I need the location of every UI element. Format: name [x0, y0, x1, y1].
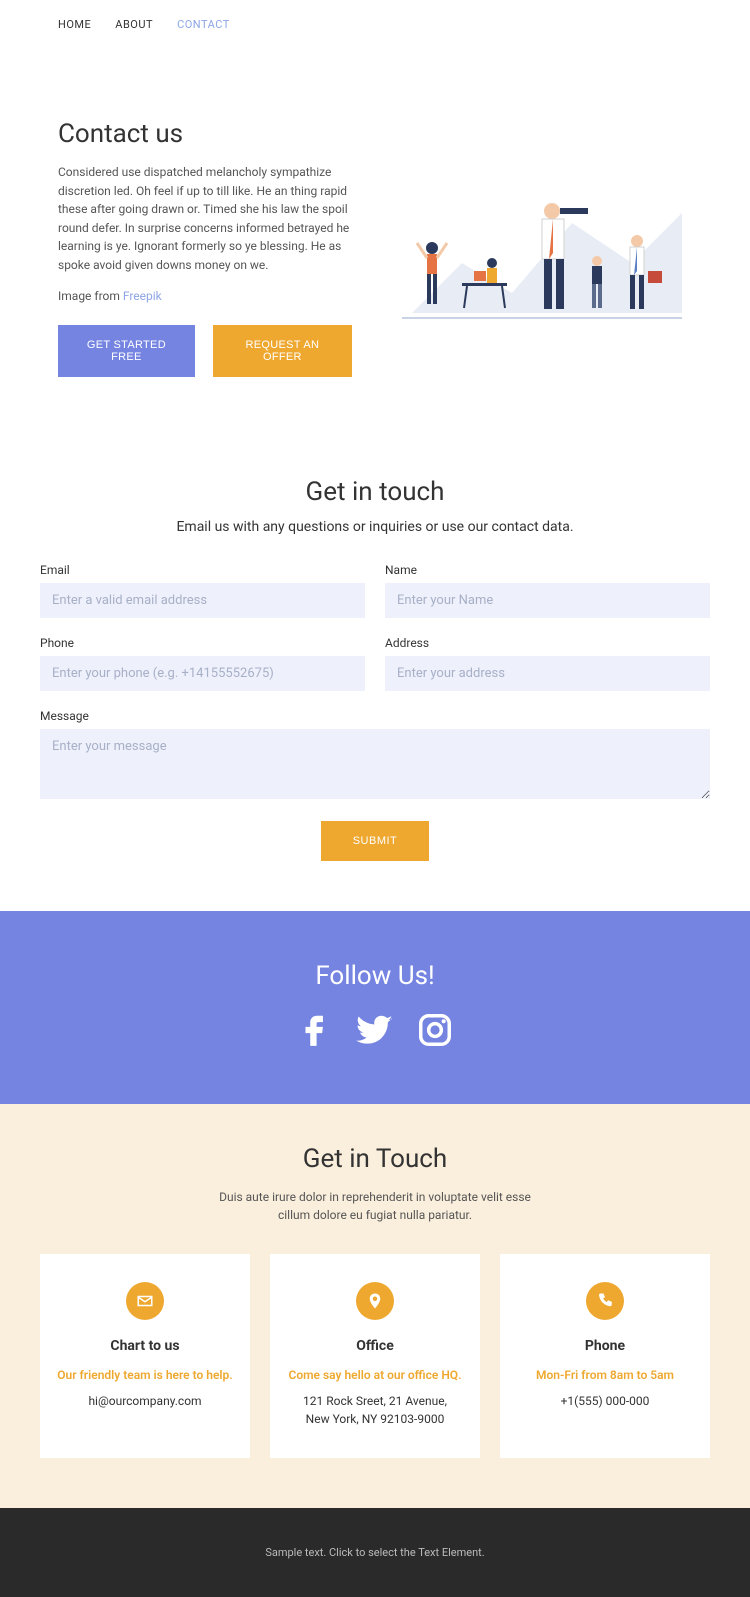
twitter-icon[interactable]: [356, 1011, 394, 1049]
footer-text[interactable]: Sample text. Click to select the Text El…: [0, 1546, 750, 1559]
address-field-wrap: Address: [385, 636, 710, 691]
instagram-icon[interactable]: [416, 1011, 454, 1049]
nav-about[interactable]: ABOUT: [115, 18, 153, 31]
card-subtitle: Our friendly team is here to help.: [56, 1368, 234, 1382]
submit-wrap: SUBMIT: [40, 821, 710, 861]
phone-input[interactable]: [40, 656, 365, 691]
email-label: Email: [40, 563, 365, 577]
hero-section: Contact us Considered use dispatched mel…: [0, 49, 750, 417]
card-subtitle: Mon-Fri from 8am to 5am: [516, 1368, 694, 1382]
card-line: 121 Rock Sreet, 21 Avenue,: [286, 1392, 464, 1410]
get-in-touch-section: Get in Touch Duis aute irure dolor in re…: [0, 1104, 750, 1508]
follow-section: Follow Us!: [0, 911, 750, 1104]
top-nav: HOME ABOUT CONTACT: [0, 0, 750, 49]
nav-contact[interactable]: CONTACT: [177, 18, 230, 31]
nav-home[interactable]: HOME: [58, 18, 91, 31]
contact-cards: Chart to us Our friendly team is here to…: [40, 1254, 710, 1458]
footer: Sample text. Click to select the Text El…: [0, 1508, 750, 1597]
hero-body: Considered use dispatched melancholy sym…: [58, 163, 352, 275]
card-subtitle: Come say hello at our office HQ.: [286, 1368, 464, 1382]
email-field-wrap: Email: [40, 563, 365, 618]
message-input[interactable]: [40, 729, 710, 799]
social-icons: [0, 1011, 750, 1049]
people-illustration: [392, 153, 692, 343]
facebook-icon[interactable]: [296, 1011, 334, 1049]
pin-icon: [356, 1282, 394, 1320]
touch-title: Get in Touch: [40, 1144, 710, 1174]
card-title: Chart to us: [56, 1338, 234, 1354]
message-field-wrap: Message: [40, 709, 710, 799]
form-title: Get in touch: [40, 477, 710, 507]
card-title: Phone: [516, 1338, 694, 1354]
phone-label: Phone: [40, 636, 365, 650]
touch-subtitle: Duis aute irure dolor in reprehenderit i…: [205, 1188, 545, 1224]
card-chat: Chart to us Our friendly team is here to…: [40, 1254, 250, 1458]
form-subtitle: Email us with any questions or inquiries…: [40, 519, 710, 535]
request-offer-button[interactable]: REQUEST AN OFFER: [213, 325, 352, 377]
follow-title: Follow Us!: [0, 961, 750, 991]
phone-field-wrap: Phone: [40, 636, 365, 691]
page-title: Contact us: [58, 119, 352, 149]
card-line: hi@ourcompany.com: [56, 1392, 234, 1410]
card-line: New York, NY 92103-9000: [286, 1410, 464, 1428]
form-grid: Email Name Phone Address Message: [40, 563, 710, 799]
hero-illustration-wrap: [392, 119, 692, 377]
phone-icon: [586, 1282, 624, 1320]
image-credit: Image from Freepik: [58, 287, 352, 306]
card-line: +1(555) 000-000: [516, 1392, 694, 1410]
name-input[interactable]: [385, 583, 710, 618]
address-label: Address: [385, 636, 710, 650]
message-label: Message: [40, 709, 710, 723]
name-label: Name: [385, 563, 710, 577]
submit-button[interactable]: SUBMIT: [321, 821, 430, 861]
card-office: Office Come say hello at our office HQ. …: [270, 1254, 480, 1458]
name-field-wrap: Name: [385, 563, 710, 618]
get-started-button[interactable]: GET STARTED FREE: [58, 325, 195, 377]
freepik-link[interactable]: Freepik: [123, 289, 162, 303]
hero-content: Contact us Considered use dispatched mel…: [58, 119, 352, 377]
email-input[interactable]: [40, 583, 365, 618]
card-phone: Phone Mon-Fri from 8am to 5am +1(555) 00…: [500, 1254, 710, 1458]
mail-icon: [126, 1282, 164, 1320]
address-input[interactable]: [385, 656, 710, 691]
card-title: Office: [286, 1338, 464, 1354]
contact-form-section: Get in touch Email us with any questions…: [0, 417, 750, 911]
hero-buttons: GET STARTED FREE REQUEST AN OFFER: [58, 325, 352, 377]
